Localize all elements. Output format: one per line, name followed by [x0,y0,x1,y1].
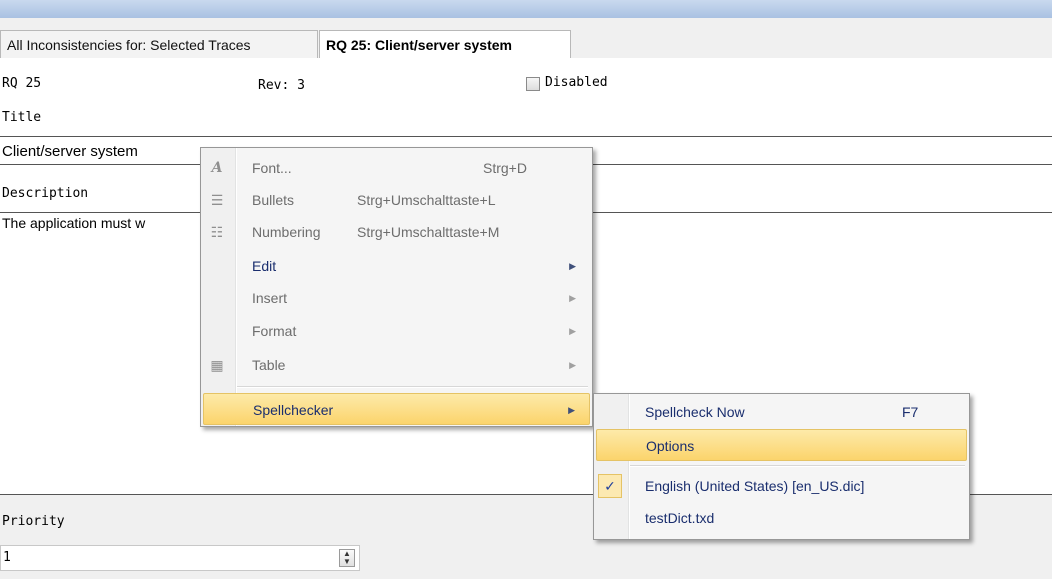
priority-stepper[interactable]: 1 ▲ ▼ [0,545,360,571]
menu-item-options[interactable]: Options [596,429,967,461]
menu-item-english-dictionary[interactable]: ✓ English (United States) [en_US.dic] [596,470,967,502]
submenu-arrow-icon: ▶ [569,293,576,303]
menu-separator [237,386,588,388]
table-icon: ▦ [210,357,224,373]
menu-separator [630,465,965,467]
numbering-icon: ☷ [210,224,224,240]
disabled-label: Disabled [545,75,608,90]
menu-item-numbering[interactable]: ☷ Numbering Strg+Umschalttaste+M [203,216,590,248]
menu-item-font[interactable]: A Font... Strg+D [203,152,590,184]
submenu-arrow-icon: ▶ [569,261,576,271]
submenu-arrow-icon: ▶ [568,405,575,415]
menu-item-spellchecker[interactable]: Spellchecker ▶ [203,393,590,425]
menu-item-bullets[interactable]: ☰ Bullets Strg+Umschalttaste+L [203,184,590,216]
priority-value: 1 [3,550,11,565]
menu-item-format[interactable]: Format ▶ [203,315,590,347]
context-menu: A Font... Strg+D ☰ Bullets Strg+Umschalt… [200,147,593,427]
title-field[interactable]: Client/server system [2,143,138,160]
window-title-bar [0,0,1052,19]
menu-item-table[interactable]: ▦ Table ▶ [203,349,590,381]
title-divider [0,136,1052,137]
disabled-checkbox[interactable] [526,77,540,91]
submenu-arrow-icon: ▶ [569,360,576,370]
font-icon: A [211,160,223,176]
tab-all-inconsistencies[interactable]: All Inconsistencies for: Selected Traces [0,30,318,58]
requirement-id: RQ 25 [2,76,42,91]
spellchecker-submenu: Spellcheck Now F7 Options ✓ English (Uni… [593,393,970,540]
menu-item-test-dictionary[interactable]: testDict.txd [596,502,967,534]
description-field[interactable]: The application must w [2,215,145,231]
menu-item-spellcheck-now[interactable]: Spellcheck Now F7 [596,396,967,428]
title-label: Title [2,110,42,125]
bullets-icon: ☰ [210,192,224,208]
menu-item-insert[interactable]: Insert ▶ [203,282,590,314]
checkmark-icon: ✓ [598,474,622,498]
priority-label: Priority [2,514,65,529]
submenu-arrow-icon: ▶ [569,326,576,336]
revision-label: Rev: 3 [258,78,305,93]
menu-item-edit[interactable]: Edit ▶ [203,250,590,282]
spin-buttons[interactable]: ▲ ▼ [339,549,355,567]
tab-strip: All Inconsistencies for: Selected Traces… [0,18,1052,58]
tab-rq-25[interactable]: RQ 25: Client/server system [319,30,571,58]
description-label: Description [2,186,89,201]
